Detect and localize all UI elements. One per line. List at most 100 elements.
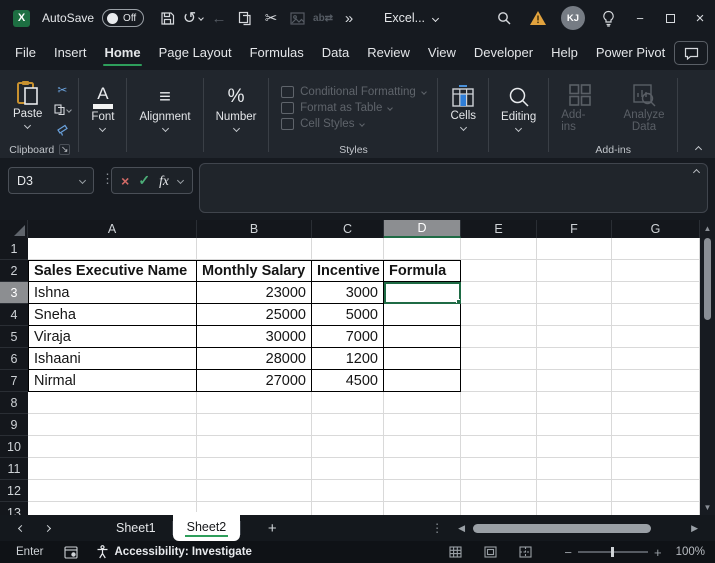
formula-input[interactable] <box>199 163 708 213</box>
cell-F7[interactable] <box>537 370 612 392</box>
cell-F6[interactable] <box>537 348 612 370</box>
select-all-corner[interactable] <box>0 220 28 238</box>
zoom-slider-thumb[interactable] <box>610 547 614 557</box>
row-header-3[interactable]: 3 <box>0 282 28 304</box>
cell-B4[interactable]: 25000 <box>197 304 312 326</box>
hscroll-left-icon[interactable]: ◀ <box>453 523 470 534</box>
cell-C3[interactable]: 3000 <box>312 282 384 304</box>
cell-C10[interactable] <box>312 436 384 458</box>
cell-E3[interactable] <box>461 282 537 304</box>
cell-D5[interactable] <box>384 326 461 348</box>
menu-tab-developer[interactable]: Developer <box>465 38 542 68</box>
close-button[interactable]: × <box>685 3 715 33</box>
cell-E9[interactable] <box>461 414 537 436</box>
accessibility-status[interactable]: Accessibility: Investigate <box>115 546 252 558</box>
cell-D8[interactable] <box>384 392 461 414</box>
cell-A9[interactable] <box>28 414 197 436</box>
cell-A11[interactable] <box>28 458 197 480</box>
cell-F8[interactable] <box>537 392 612 414</box>
cell-D12[interactable] <box>384 480 461 502</box>
cell-E2[interactable] <box>461 260 537 282</box>
number-button[interactable]: % Number <box>209 82 264 134</box>
cell-B1[interactable] <box>197 238 312 260</box>
maximize-button[interactable] <box>655 3 685 33</box>
cell-D2[interactable]: Formula <box>384 260 461 282</box>
cell-A10[interactable] <box>28 436 197 458</box>
row-header-1[interactable]: 1 <box>0 238 28 260</box>
editing-button[interactable]: Editing <box>494 82 543 134</box>
cell-G11[interactable] <box>612 458 700 480</box>
cell-B7[interactable]: 27000 <box>197 370 312 392</box>
cell-D7[interactable] <box>384 370 461 392</box>
cell-A7[interactable]: Nirmal <box>28 370 197 392</box>
cell-F3[interactable] <box>537 282 612 304</box>
cell-F12[interactable] <box>537 480 612 502</box>
column-header-g[interactable]: G <box>612 220 700 238</box>
cell-G10[interactable] <box>612 436 700 458</box>
window-title[interactable]: Excel... <box>384 11 440 25</box>
cell-C1[interactable] <box>312 238 384 260</box>
cell-C2[interactable]: Incentive <box>312 260 384 282</box>
format-painter-icon[interactable] <box>51 121 73 138</box>
cell-B12[interactable] <box>197 480 312 502</box>
cell-G1[interactable] <box>612 238 700 260</box>
qat-overflow-icon[interactable]: » <box>336 5 362 31</box>
row-header-13[interactable]: 13 <box>0 502 28 515</box>
menu-tab-home[interactable]: Home <box>95 38 149 68</box>
cell-G5[interactable] <box>612 326 700 348</box>
row-header-10[interactable]: 10 <box>0 436 28 458</box>
zoom-out-button[interactable]: − <box>558 545 578 560</box>
cell-C4[interactable]: 5000 <box>312 304 384 326</box>
minimize-button[interactable]: − <box>625 3 655 33</box>
scroll-down-icon[interactable]: ▼ <box>704 499 712 515</box>
cell-A6[interactable]: Ishaani <box>28 348 197 370</box>
cell-B6[interactable]: 28000 <box>197 348 312 370</box>
cell-D10[interactable] <box>384 436 461 458</box>
cell-E8[interactable] <box>461 392 537 414</box>
sheet-nav-right-icon[interactable] <box>34 517 60 539</box>
cell-B2[interactable]: Monthly Salary <box>197 260 312 282</box>
column-header-b[interactable]: B <box>197 220 312 238</box>
cell-A5[interactable]: Viraja <box>28 326 197 348</box>
autosave-toggle[interactable]: Off <box>102 9 145 27</box>
row-header-2[interactable]: 2 <box>0 260 28 282</box>
cell-E5[interactable] <box>461 326 537 348</box>
save-icon[interactable] <box>154 5 180 31</box>
cell-F11[interactable] <box>537 458 612 480</box>
cell-A3[interactable]: Ishna <box>28 282 197 304</box>
cell-G6[interactable] <box>612 348 700 370</box>
cell-D13[interactable] <box>384 502 461 515</box>
view-normal-icon[interactable] <box>449 546 462 558</box>
menu-tab-view[interactable]: View <box>419 38 465 68</box>
cell-D1[interactable] <box>384 238 461 260</box>
cell-E7[interactable] <box>461 370 537 392</box>
vertical-scroll-thumb[interactable] <box>704 238 711 320</box>
cell-E4[interactable] <box>461 304 537 326</box>
cell-B3[interactable]: 23000 <box>197 282 312 304</box>
menu-tab-review[interactable]: Review <box>358 38 419 68</box>
view-page-break-icon[interactable] <box>519 546 532 558</box>
cell-G8[interactable] <box>612 392 700 414</box>
zoom-level[interactable]: 100% <box>676 546 705 558</box>
row-header-12[interactable]: 12 <box>0 480 28 502</box>
fill-handle[interactable] <box>456 299 460 303</box>
add-sheet-button[interactable]: + <box>259 517 285 539</box>
cell-D3[interactable] <box>384 282 461 304</box>
cell-B8[interactable] <box>197 392 312 414</box>
cell-A1[interactable] <box>28 238 197 260</box>
cell-F10[interactable] <box>537 436 612 458</box>
cell-D6[interactable] <box>384 348 461 370</box>
cell-G13[interactable] <box>612 502 700 515</box>
cell-C5[interactable]: 7000 <box>312 326 384 348</box>
cell-G12[interactable] <box>612 480 700 502</box>
horizontal-scroll-thumb[interactable] <box>473 523 652 533</box>
cell-C12[interactable] <box>312 480 384 502</box>
cell-D4[interactable] <box>384 304 461 326</box>
cell-G3[interactable] <box>612 282 700 304</box>
row-header-7[interactable]: 7 <box>0 370 28 392</box>
collapse-ribbon-icon[interactable] <box>694 145 703 154</box>
search-icon[interactable] <box>487 3 521 33</box>
enter-icon[interactable]: ✓ <box>138 172 150 189</box>
cell-B11[interactable] <box>197 458 312 480</box>
column-header-f[interactable]: F <box>537 220 612 238</box>
